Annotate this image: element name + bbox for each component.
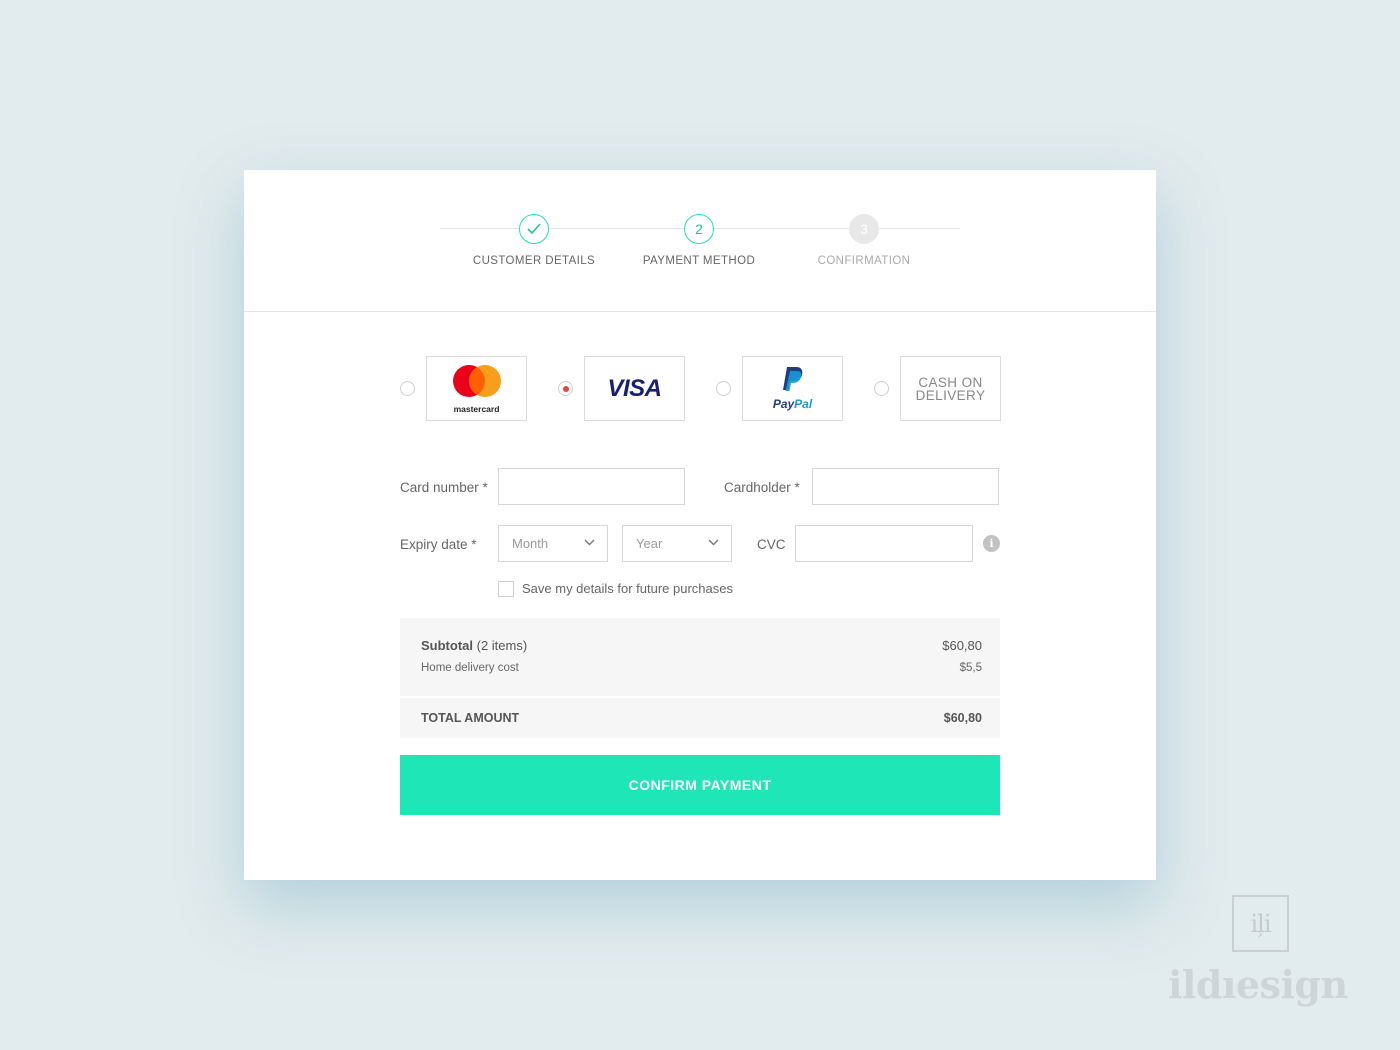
cash-on-delivery-option[interactable]: CASH ON DELIVERY	[900, 356, 1001, 421]
year-select[interactable]: Year	[622, 525, 732, 562]
cash-radio[interactable]	[874, 381, 889, 396]
mastercard-circles-icon	[452, 364, 501, 397]
cash-label-line1: CASH ON	[918, 374, 983, 390]
expiry-date-label: Expiry date *	[400, 537, 477, 552]
save-details-label: Save my details for future purchases	[522, 581, 733, 596]
order-summary: Subtotal (2 items) $60,80 Home delivery …	[400, 618, 1000, 696]
cvc-label: CVC	[757, 537, 786, 552]
card-number-label: Card number *	[400, 480, 488, 495]
watermark-monogram: iļi	[1232, 895, 1289, 952]
paypal-wordmark: PayPal	[773, 397, 812, 411]
total-label: TOTAL AMOUNT	[421, 711, 520, 725]
paypal-logo: PayPal	[773, 366, 812, 411]
checkout-stepper: CUSTOMER DETAILS 2 PAYMENT METHOD 3 CONF…	[244, 170, 1156, 312]
subtotal-items: (2 items)	[476, 638, 528, 653]
check-icon	[519, 214, 549, 244]
cardholder-label: Cardholder *	[724, 480, 800, 495]
paypal-word-pal: Pal	[794, 397, 813, 411]
paypal-p-icon	[782, 367, 802, 391]
step-customer-details[interactable]: CUSTOMER DETAILS	[454, 214, 614, 267]
cvc-input[interactable]	[795, 525, 973, 562]
subtotal-row: Subtotal (2 items)	[421, 638, 527, 653]
total-value: $60,80	[943, 711, 982, 725]
mastercard-wordmark: mastercard	[453, 403, 500, 414]
step-confirmation[interactable]: 3 CONFIRMATION	[784, 214, 944, 267]
save-details-checkbox[interactable]	[498, 581, 514, 597]
chevron-down-icon	[708, 539, 719, 546]
mastercard-logo: mastercard	[449, 364, 505, 414]
visa-radio[interactable]	[558, 381, 573, 396]
total-amount-row: TOTAL AMOUNT $60,80	[400, 698, 1000, 738]
year-placeholder: Year	[636, 536, 663, 551]
paypal-radio[interactable]	[716, 381, 731, 396]
chevron-down-icon	[584, 539, 595, 546]
paypal-word-pay: Pay	[772, 397, 795, 411]
visa-option[interactable]: VISA	[584, 356, 685, 421]
step-label: PAYMENT METHOD	[642, 255, 756, 267]
delivery-label: Home delivery cost	[421, 662, 519, 674]
cardholder-input[interactable]	[812, 468, 999, 505]
month-select[interactable]: Month	[498, 525, 608, 562]
card-number-input[interactable]	[498, 468, 685, 505]
visa-logo: VISA	[607, 374, 662, 402]
step-number: 3	[849, 214, 879, 244]
watermark-logo: ildıesign	[1168, 962, 1348, 1007]
delivery-value: $5,5	[959, 662, 982, 674]
cash-label-line2: DELIVERY	[915, 387, 986, 403]
step-label: CUSTOMER DETAILS	[472, 255, 596, 267]
mastercard-radio[interactable]	[400, 381, 415, 396]
subtotal-value: $60,80	[942, 638, 982, 653]
info-icon[interactable]: i	[983, 535, 1000, 552]
subtotal-label: Subtotal	[421, 638, 473, 653]
mastercard-option[interactable]: mastercard	[426, 356, 527, 421]
paypal-option[interactable]: PayPal	[742, 356, 843, 421]
cash-on-delivery-label: CASH ON DELIVERY	[915, 374, 986, 403]
step-number: 2	[684, 214, 714, 244]
month-placeholder: Month	[512, 536, 549, 551]
step-label: CONFIRMATION	[817, 255, 911, 267]
checkout-card: CUSTOMER DETAILS 2 PAYMENT METHOD 3 CONF…	[244, 170, 1156, 880]
confirm-payment-button[interactable]: CONFIRM PAYMENT	[400, 755, 1000, 815]
step-payment-method[interactable]: 2 PAYMENT METHOD	[619, 214, 779, 267]
